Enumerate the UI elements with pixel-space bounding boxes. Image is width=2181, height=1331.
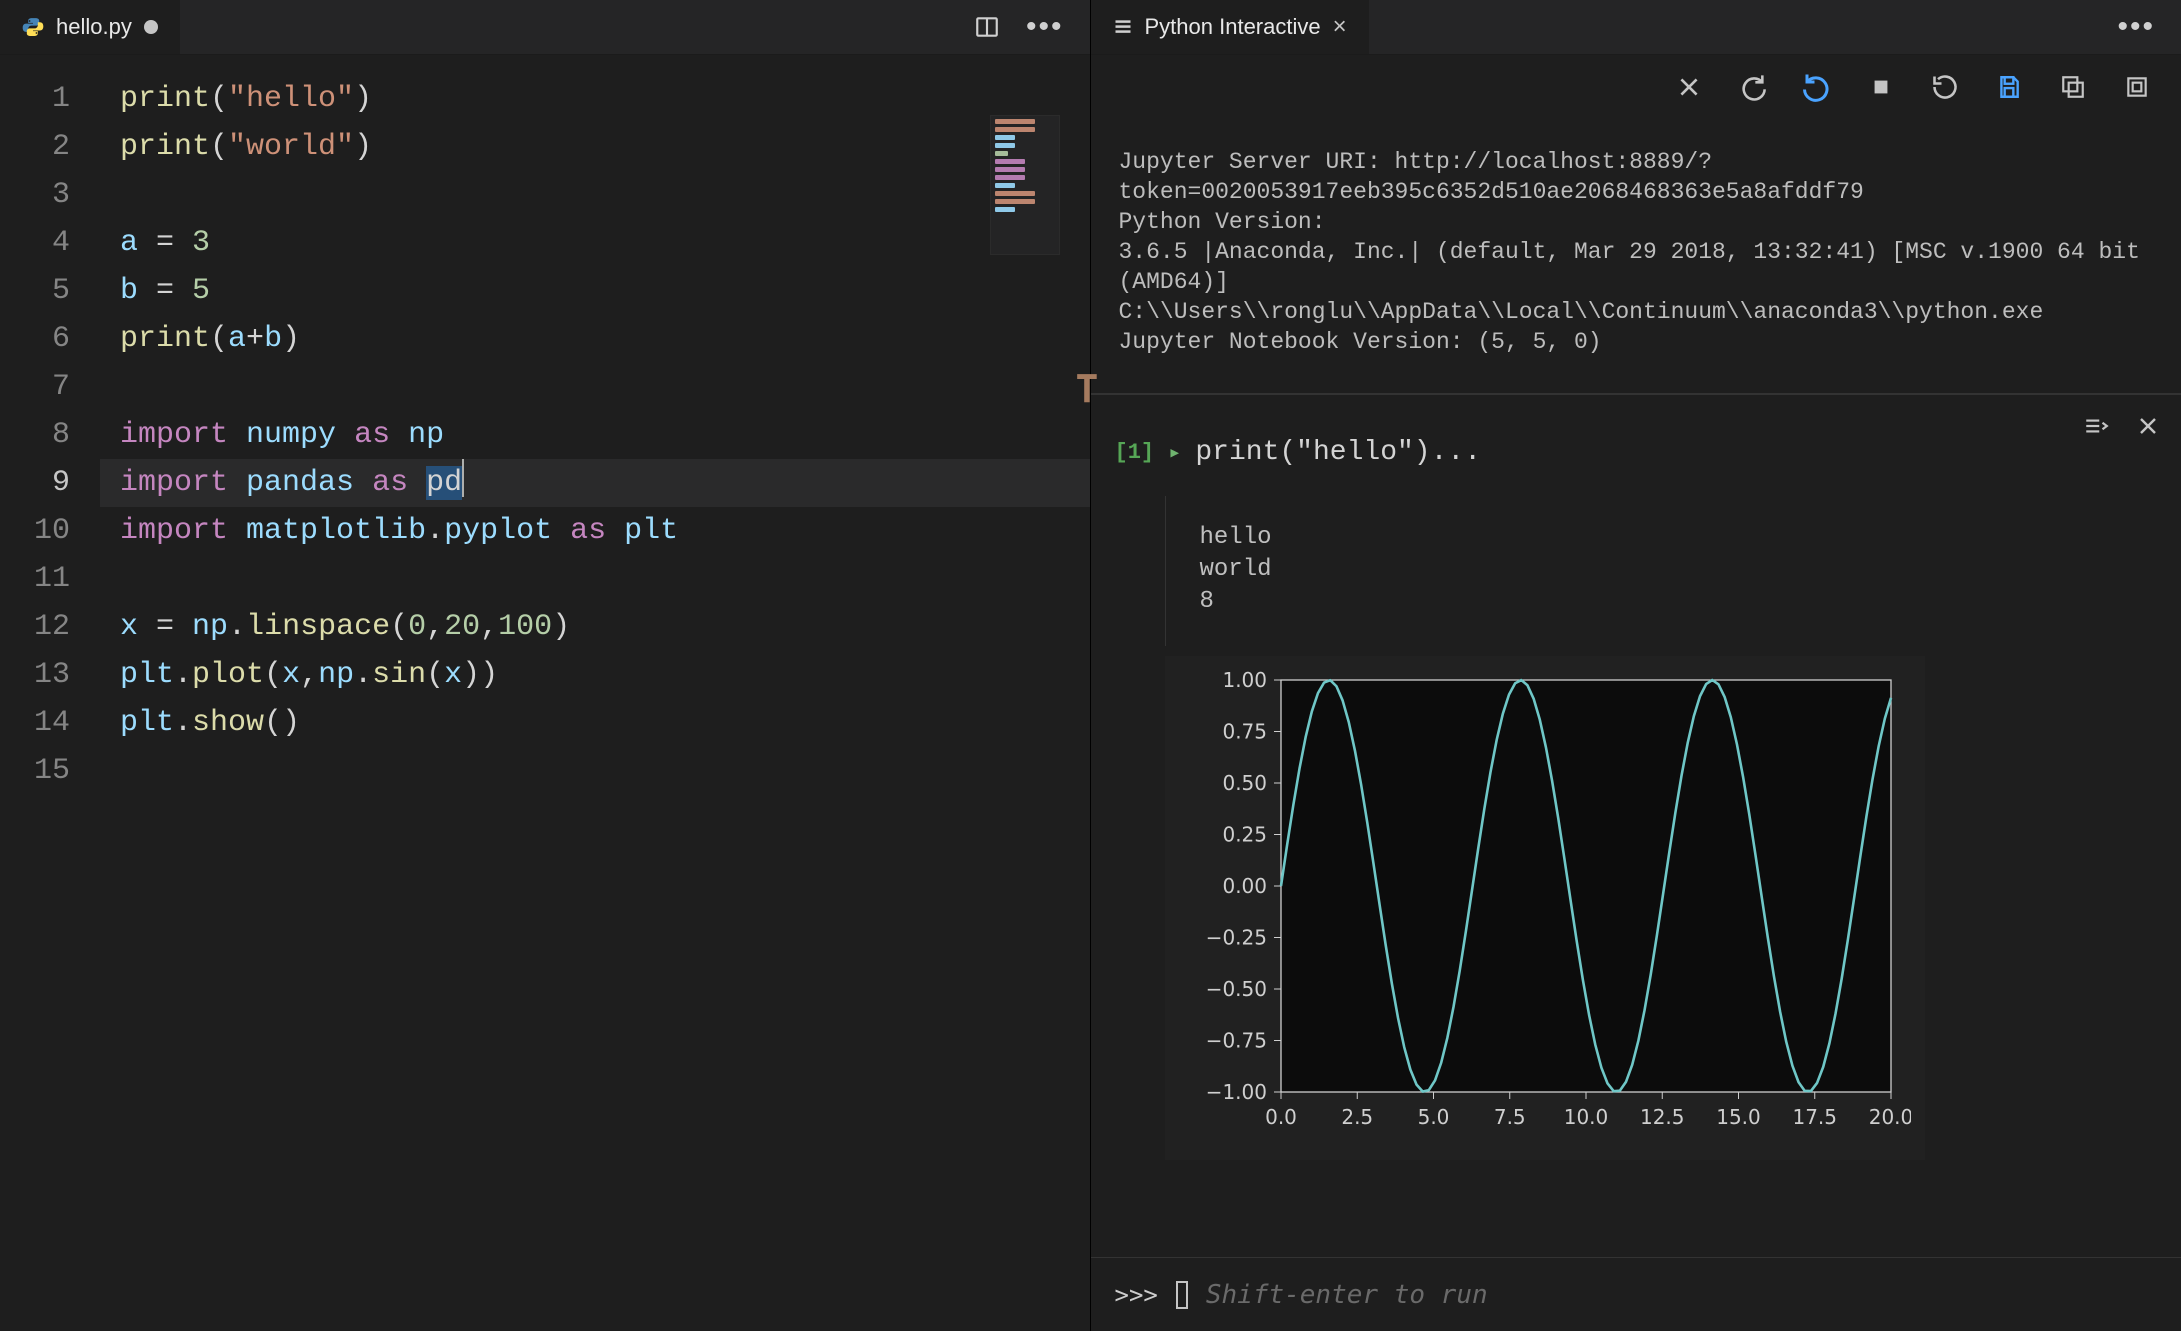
server-info-text: Jupyter Server URI: http://localhost:888… [1091, 119, 2181, 394]
repl-cursor-icon [1176, 1281, 1188, 1309]
interactive-tab-title: Python Interactive [1145, 14, 1321, 40]
svg-text:−1.00: −1.00 [1205, 1080, 1266, 1104]
cell-prompt: [1] [1115, 440, 1155, 465]
svg-text:2.5: 2.5 [1341, 1105, 1373, 1129]
svg-text:−0.75: −0.75 [1205, 1029, 1266, 1053]
interactive-panel-icon [1113, 17, 1133, 37]
cell-actions [2079, 409, 2165, 443]
svg-text:12.5: 12.5 [1639, 1105, 1684, 1129]
svg-text:7.5: 7.5 [1493, 1105, 1525, 1129]
cell-stdout: hello world 8 [1165, 496, 2158, 646]
redo-icon[interactable] [1733, 67, 1773, 107]
svg-text:0.0: 0.0 [1265, 1105, 1297, 1129]
interrupt-icon[interactable] [1861, 67, 1901, 107]
interactive-tabbar: Python Interactive × ••• [1091, 0, 2181, 55]
editor-tab-filename: hello.py [56, 14, 132, 40]
split-editor-icon[interactable] [974, 14, 1000, 40]
svg-text:−0.25: −0.25 [1205, 926, 1266, 950]
line-number-gutter: 123456789101112131415 [0, 55, 100, 1331]
repl-input-row[interactable]: >>> Shift-enter to run [1091, 1257, 2181, 1331]
expand-arrow-icon[interactable]: ▸ [1168, 440, 1181, 466]
svg-text:17.5: 17.5 [1792, 1105, 1837, 1129]
cell-header[interactable]: [1] ▸ print("hello")... [1115, 437, 2158, 468]
repl-placeholder: Shift-enter to run [1206, 1280, 1488, 1310]
svg-text:1.00: 1.00 [1222, 668, 1267, 692]
svg-text:0.25: 0.25 [1222, 823, 1267, 847]
svg-text:20.0: 20.0 [1868, 1105, 1910, 1129]
interactive-toolbar [1091, 55, 2181, 119]
python-file-icon [22, 16, 44, 38]
interactive-tab[interactable]: Python Interactive × [1091, 0, 1370, 54]
repl-chevrons-icon: >>> [1115, 1281, 1158, 1309]
editor-tab-hello-py[interactable]: hello.py [0, 0, 181, 54]
expand-icon[interactable] [2117, 67, 2157, 107]
cell-code-summary: print("hello")... [1195, 437, 1481, 468]
cell-goto-icon[interactable] [2079, 409, 2113, 443]
svg-text:10.0: 10.0 [1563, 1105, 1608, 1129]
interactive-tabbar-actions: ••• [2117, 0, 2181, 54]
plot-output: −1.00 −0.75 −0.50 −0.25 0.00 0.25 0.50 0.75 1.00… [1165, 656, 1925, 1160]
svg-text:0.75: 0.75 [1222, 720, 1267, 744]
type-hint-indicator: T [1076, 365, 1090, 409]
interactive-pane: Python Interactive × ••• [1091, 0, 2181, 1331]
save-icon[interactable] [1989, 67, 2029, 107]
undo-icon[interactable] [1797, 67, 1837, 107]
close-icon[interactable]: × [1333, 15, 1347, 39]
code-editor[interactable]: 123456789101112131415 print("hello")prin… [0, 55, 1090, 1331]
cell: [1] ▸ print("hello")... hello world 8 −1… [1091, 394, 2181, 1200]
svg-text:15.0: 15.0 [1716, 1105, 1761, 1129]
cell-delete-icon[interactable] [2131, 409, 2165, 443]
svg-text:0.00: 0.00 [1222, 874, 1267, 898]
editor-tabbar-actions: ••• [974, 0, 1090, 54]
editor-tabbar: hello.py ••• [0, 0, 1090, 55]
minimap[interactable] [990, 115, 1060, 255]
interactive-body: Jupyter Server URI: http://localhost:888… [1091, 119, 2181, 1257]
editor-pane: hello.py ••• 123456789101112131415 print… [0, 0, 1091, 1331]
svg-text:5.0: 5.0 [1417, 1105, 1449, 1129]
code-area[interactable]: print("hello")print("world")a = 3b = 5pr… [100, 55, 1090, 1331]
svg-text:−0.50: −0.50 [1205, 977, 1266, 1001]
sine-plot: −1.00 −0.75 −0.50 −0.25 0.00 0.25 0.50 0.75 1.00… [1181, 662, 1911, 1142]
unsaved-dot-icon [144, 20, 158, 34]
export-icon[interactable] [2053, 67, 2093, 107]
restart-icon[interactable] [1925, 67, 1965, 107]
svg-text:0.50: 0.50 [1222, 771, 1267, 795]
cancel-icon[interactable] [1669, 67, 1709, 107]
